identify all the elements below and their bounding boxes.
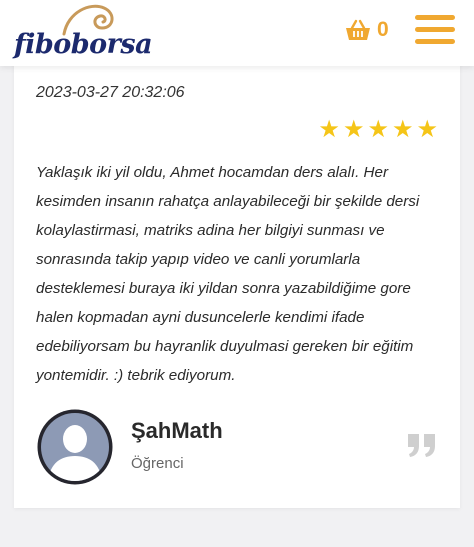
star-icon: ★ xyxy=(318,116,340,143)
review-text: Yaklaşık iki yil oldu, Ahmet hocamdan de… xyxy=(36,164,420,384)
testimonial-card: 2023-03-27 20:32:06 ★ ★ ★ ★ ★ Yaklaşık iki y… xyxy=(14,60,460,508)
review-date: 2023-03-27 20:32:06 xyxy=(36,84,185,101)
logo-text-borsa: borsa xyxy=(70,29,153,60)
author-name: ŞahMath xyxy=(131,418,223,443)
menu-bar xyxy=(415,15,455,20)
star-rating: ★ ★ ★ ★ ★ xyxy=(318,118,438,142)
basket-icon xyxy=(346,19,370,40)
star-icon: ★ xyxy=(416,116,438,143)
logo-text-fibo: fibo xyxy=(14,29,71,60)
cart-count: 0 xyxy=(377,18,389,41)
menu-bar xyxy=(415,39,455,44)
star-icon: ★ xyxy=(367,116,389,143)
quote-icon xyxy=(408,434,435,457)
star-icon: ★ xyxy=(391,116,414,143)
cart-button[interactable]: 0 xyxy=(345,16,389,44)
hamburger-menu-icon[interactable] xyxy=(415,15,459,45)
menu-bar xyxy=(415,27,455,32)
star-icon: ★ xyxy=(342,116,365,143)
author-role: Öğrenci xyxy=(131,455,184,472)
logo-wordmark: fiboborsa xyxy=(14,29,153,60)
avatar xyxy=(37,409,113,485)
fiboborsa-logo[interactable]: fiboborsa xyxy=(10,2,153,64)
site-header: fiboborsa 0 xyxy=(0,0,474,66)
